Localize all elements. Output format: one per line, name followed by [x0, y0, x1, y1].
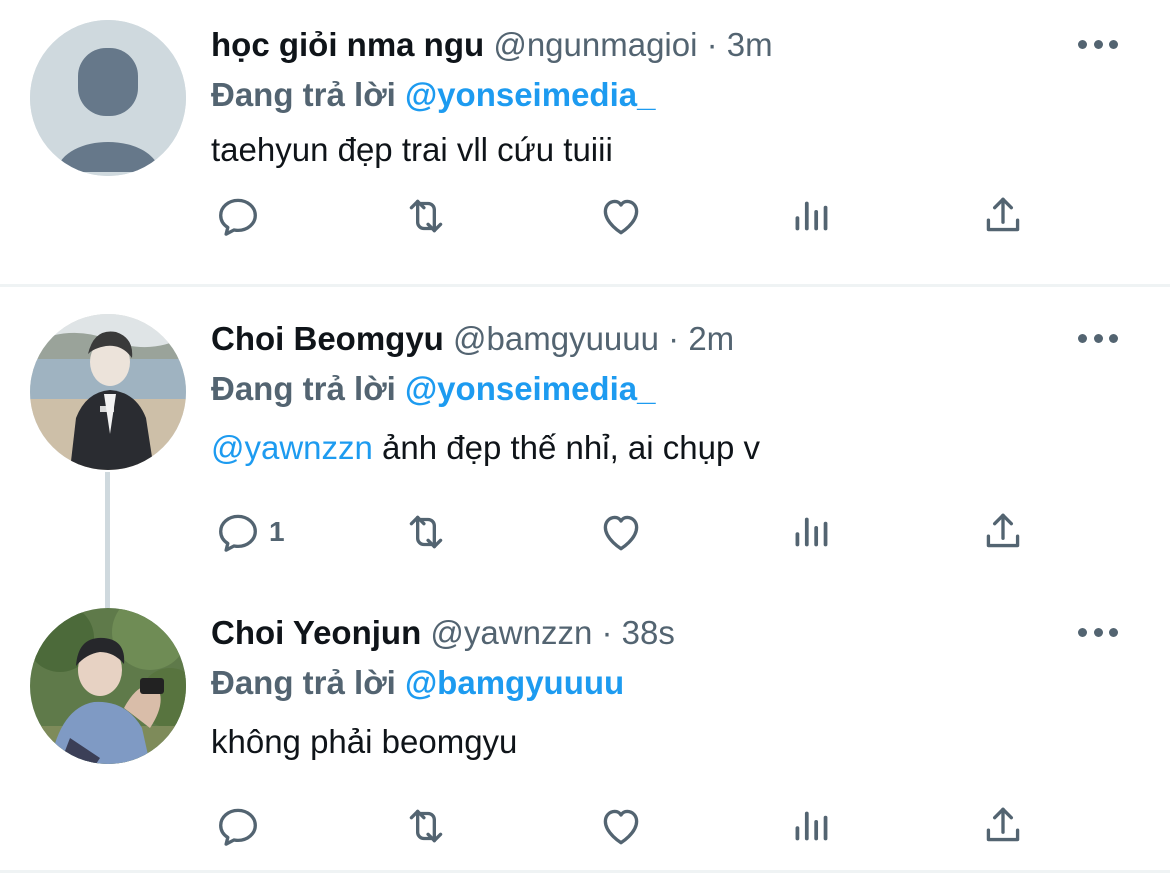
replying-to: Đang trả lời @yonseimedia_ [211, 364, 655, 414]
tweet-text: không phải beomgyu [211, 712, 517, 772]
analytics-icon [795, 811, 828, 841]
avatar-photo[interactable] [30, 608, 186, 764]
thread-connector [105, 472, 110, 612]
user-handle[interactable]: @bamgyuuuu [453, 320, 659, 357]
replying-to-mention[interactable]: @bamgyuuuu [405, 664, 624, 701]
heart-icon [603, 199, 639, 235]
tweet-header: học giỏi nma ngu @ngunmagioi · 3m [211, 20, 773, 70]
tweet-text-body: ảnh đẹp thế nhỉ, ai chụp v [372, 429, 761, 466]
reply-button[interactable] [213, 188, 269, 244]
display-name[interactable]: Choi Beomgyu [211, 320, 444, 357]
tweet-header: Choi Yeonjun @yawnzzn · 38s [211, 608, 675, 658]
more-icon[interactable] [1078, 24, 1118, 64]
heart-icon [603, 809, 639, 845]
default-avatar-icon [30, 20, 186, 176]
like-button[interactable] [596, 798, 646, 854]
analytics-button[interactable] [787, 504, 837, 560]
action-bar [211, 188, 1051, 244]
analytics-button[interactable] [787, 798, 837, 854]
reply-icon [219, 198, 257, 236]
profile-photo-icon [30, 314, 186, 470]
action-bar: 1 [211, 504, 1051, 560]
user-handle[interactable]: @yawnzzn [430, 614, 592, 651]
tweet-3[interactable]: Choi Yeonjun @yawnzzn · 38s Đang trả lời… [0, 608, 1170, 858]
retweet-icon [409, 809, 443, 843]
avatar-photo[interactable] [30, 314, 186, 470]
replying-to-mention[interactable]: @yonseimedia_ [405, 76, 655, 113]
share-button[interactable] [978, 188, 1028, 244]
reply-count: 1 [269, 516, 285, 547]
separator: · [668, 320, 680, 357]
replying-to-mention[interactable]: @yonseimedia_ [405, 370, 655, 407]
replying-to-label: Đang trả lời [211, 664, 396, 701]
like-button[interactable] [596, 504, 646, 560]
replying-to-label: Đang trả lời [211, 370, 396, 407]
reply-icon [219, 514, 257, 552]
timestamp[interactable]: 38s [622, 614, 675, 651]
analytics-button[interactable] [787, 188, 837, 244]
heart-icon [603, 515, 639, 551]
tweet-text-body: taehyun đẹp trai vll cứu tuiii [211, 131, 613, 168]
more-icon[interactable] [1078, 318, 1118, 358]
profile-photo-icon [30, 608, 186, 764]
tweet-divider [0, 870, 1170, 873]
share-icon [986, 513, 1020, 548]
avatar-default[interactable] [30, 20, 186, 176]
tweet-header: Choi Beomgyu @bamgyuuuu · 2m [211, 314, 734, 364]
timestamp[interactable]: 3m [727, 26, 773, 63]
tweet-text-body: không phải beomgyu [211, 723, 518, 760]
replying-to-label: Đang trả lời [211, 76, 396, 113]
retweet-icon [409, 199, 443, 233]
share-icon [986, 197, 1020, 232]
analytics-icon [795, 201, 828, 231]
share-button[interactable] [978, 504, 1028, 560]
tweet-text-mention[interactable]: @yawnzzn [211, 429, 373, 466]
reply-button[interactable]: 1 [213, 504, 285, 560]
analytics-icon [795, 517, 828, 547]
display-name[interactable]: học giỏi nma ngu [211, 26, 484, 63]
display-name[interactable]: Choi Yeonjun [211, 614, 421, 651]
tweet-divider [0, 284, 1170, 287]
retweet-button[interactable] [401, 504, 451, 560]
retweet-icon [409, 515, 443, 549]
replying-to: Đang trả lời @yonseimedia_ [211, 70, 655, 120]
replying-to: Đang trả lời @bamgyuuuu [211, 658, 624, 708]
tweet-1[interactable]: học giỏi nma ngu @ngunmagioi · 3m Đang t… [0, 20, 1170, 270]
user-handle[interactable]: @ngunmagioi [493, 26, 697, 63]
share-icon [986, 807, 1020, 842]
separator: · [706, 26, 718, 63]
retweet-button[interactable] [401, 798, 451, 854]
more-icon[interactable] [1078, 612, 1118, 652]
share-button[interactable] [978, 798, 1028, 854]
action-bar [211, 798, 1051, 854]
tweet-2[interactable]: Choi Beomgyu @bamgyuuuu · 2m Đang trả lờ… [0, 314, 1170, 612]
tweet-text: @yawnzzn ảnh đẹp thế nhỉ, ai chụp v [211, 418, 760, 478]
tweet-text: taehyun đẹp trai vll cứu tuiii [211, 120, 613, 180]
timestamp[interactable]: 2m [688, 320, 734, 357]
like-button[interactable] [596, 188, 646, 244]
reply-button[interactable] [213, 798, 269, 854]
retweet-button[interactable] [401, 188, 451, 244]
separator: · [601, 614, 613, 651]
reply-icon [219, 808, 257, 846]
